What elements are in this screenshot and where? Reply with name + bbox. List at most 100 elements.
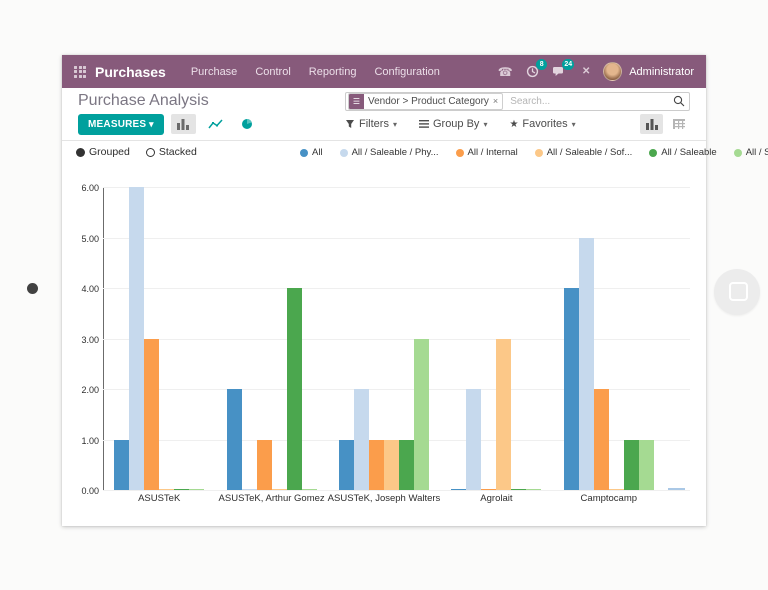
navbar-right: ☎824✕ Administrator [495, 62, 694, 81]
apps-grid-icon[interactable] [74, 66, 86, 78]
bar[interactable] [481, 489, 496, 491]
bar[interactable] [287, 288, 302, 490]
bar[interactable] [272, 489, 287, 491]
x-tick-label: ASUSTeK, Joseph Walters [319, 493, 449, 504]
legend-dot-icon [300, 149, 308, 157]
legend-item[interactable]: All / Saleable [649, 147, 716, 158]
y-tick-label: 4.00 [62, 284, 99, 294]
legend-dot-icon [456, 149, 464, 157]
nav-item-reporting[interactable]: Reporting [302, 63, 364, 81]
line-chart-icon [208, 118, 223, 130]
line-chart-type-button[interactable] [203, 114, 228, 134]
nav-menu: PurchaseControl ReportingConfiguration [184, 63, 447, 81]
app-name[interactable]: Purchases [95, 64, 166, 80]
graph-view-button[interactable] [640, 114, 663, 134]
bar[interactable] [466, 389, 481, 490]
mode-option-grouped[interactable]: Grouped [76, 146, 130, 158]
bar[interactable] [399, 440, 414, 491]
notification-badge: 24 [562, 59, 574, 70]
menu-favorites[interactable]: ★Favorites▾ [509, 118, 575, 130]
bar[interactable] [302, 489, 317, 491]
nav-item-configuration[interactable]: Configuration [367, 63, 446, 81]
search-icon[interactable] [673, 95, 685, 107]
facet-list-icon: ☰ [349, 94, 364, 109]
measures-button[interactable]: MEASURES [78, 114, 164, 135]
navbar: Purchases PurchaseControl ReportingConfig… [62, 55, 706, 88]
bar[interactable] [114, 440, 129, 491]
screenshot-button[interactable] [714, 269, 760, 315]
control-panel-bottom: MEASURES Filters▾ Group By▾ ★Favorites▾ [78, 112, 690, 136]
bar[interactable] [339, 440, 354, 491]
bar[interactable] [369, 440, 384, 491]
legend-item[interactable]: All / Saleable / Ser... [734, 147, 768, 158]
mode-option-stacked[interactable]: Stacked [146, 146, 197, 158]
bar[interactable] [129, 187, 144, 490]
bar[interactable] [174, 489, 189, 491]
bar[interactable] [414, 339, 429, 491]
legend-dot-icon [649, 149, 657, 157]
discuss-x-icon[interactable]: ✕ [576, 63, 596, 81]
gridline [103, 339, 690, 340]
bar[interactable] [511, 489, 526, 491]
activity-clock-icon[interactable]: 8 [522, 63, 542, 81]
bar[interactable] [579, 238, 594, 491]
bar[interactable] [242, 489, 257, 491]
bar[interactable] [594, 389, 609, 490]
legend-item[interactable]: All [300, 147, 323, 158]
gridline [103, 187, 690, 188]
radio-icon [76, 148, 85, 157]
x-tick-label: Camptocamp [544, 493, 674, 504]
legend-item[interactable]: All / Saleable / Sof... [535, 147, 633, 158]
y-tick-label: 1.00 [62, 436, 99, 446]
bar[interactable] [526, 489, 541, 491]
bar-chart-type-button[interactable] [171, 114, 196, 134]
bar[interactable] [159, 489, 174, 491]
bar[interactable] [496, 339, 511, 491]
legend-item[interactable]: All / Saleable / Phy... [340, 147, 439, 158]
pivot-view-icon [673, 119, 685, 130]
bar[interactable] [144, 339, 159, 491]
bar[interactable] [189, 489, 204, 491]
bar[interactable] [354, 389, 369, 490]
bar[interactable] [384, 440, 399, 491]
gridline [103, 490, 690, 491]
bar[interactable] [609, 489, 624, 491]
radio-icon [146, 148, 155, 157]
facet-label: Vendor > Product Category [364, 94, 493, 109]
facet-remove-icon[interactable]: × [493, 94, 502, 109]
group-by-icon [419, 120, 429, 128]
messages-icon[interactable]: 24 [549, 63, 569, 81]
legend-item[interactable]: All / Internal [456, 147, 518, 158]
x-tick-label: ASUSTeK, Arthur Gomez [207, 493, 337, 504]
bar[interactable] [257, 440, 272, 491]
bar[interactable] [624, 440, 639, 491]
pivot-view-button[interactable] [667, 114, 690, 134]
gridline [103, 238, 690, 239]
pie-chart-type-button[interactable] [235, 114, 260, 134]
notification-badge: 8 [536, 59, 547, 70]
search-bar[interactable]: ☰ Vendor > Product Category × [345, 92, 690, 111]
menu-group-by[interactable]: Group By▾ [419, 118, 487, 130]
app-window: Purchases PurchaseControl ReportingConfig… [62, 55, 706, 526]
phone-icon[interactable]: ☎ [495, 63, 515, 81]
page: Purchases PurchaseControl ReportingConfig… [0, 0, 768, 590]
legend-dot-icon [734, 149, 742, 157]
chart-mode-options: Grouped Stacked [76, 146, 197, 158]
pie-chart-icon [241, 118, 253, 130]
menu-filters[interactable]: Filters▾ [345, 118, 397, 130]
funnel-icon [345, 119, 355, 129]
nav-item-purchase[interactable]: Purchase [184, 63, 244, 81]
legend-dot-icon [340, 149, 348, 157]
filter-menus: Filters▾ Group By▾ ★Favorites▾ [345, 118, 576, 130]
user-menu[interactable]: Administrator [629, 66, 694, 78]
bar[interactable] [564, 288, 579, 490]
x-tick-label: Agrolait [431, 493, 561, 504]
bar[interactable] [227, 389, 242, 490]
bar[interactable] [639, 440, 654, 491]
nav-item-control[interactable]: Control [248, 63, 297, 81]
record-dot [27, 283, 38, 294]
search-facet[interactable]: ☰ Vendor > Product Category × [348, 93, 503, 110]
chart-legend: All All / Saleable / Phy... All / Internal… [300, 147, 768, 158]
bar[interactable] [451, 489, 466, 491]
search-input[interactable] [508, 95, 673, 108]
